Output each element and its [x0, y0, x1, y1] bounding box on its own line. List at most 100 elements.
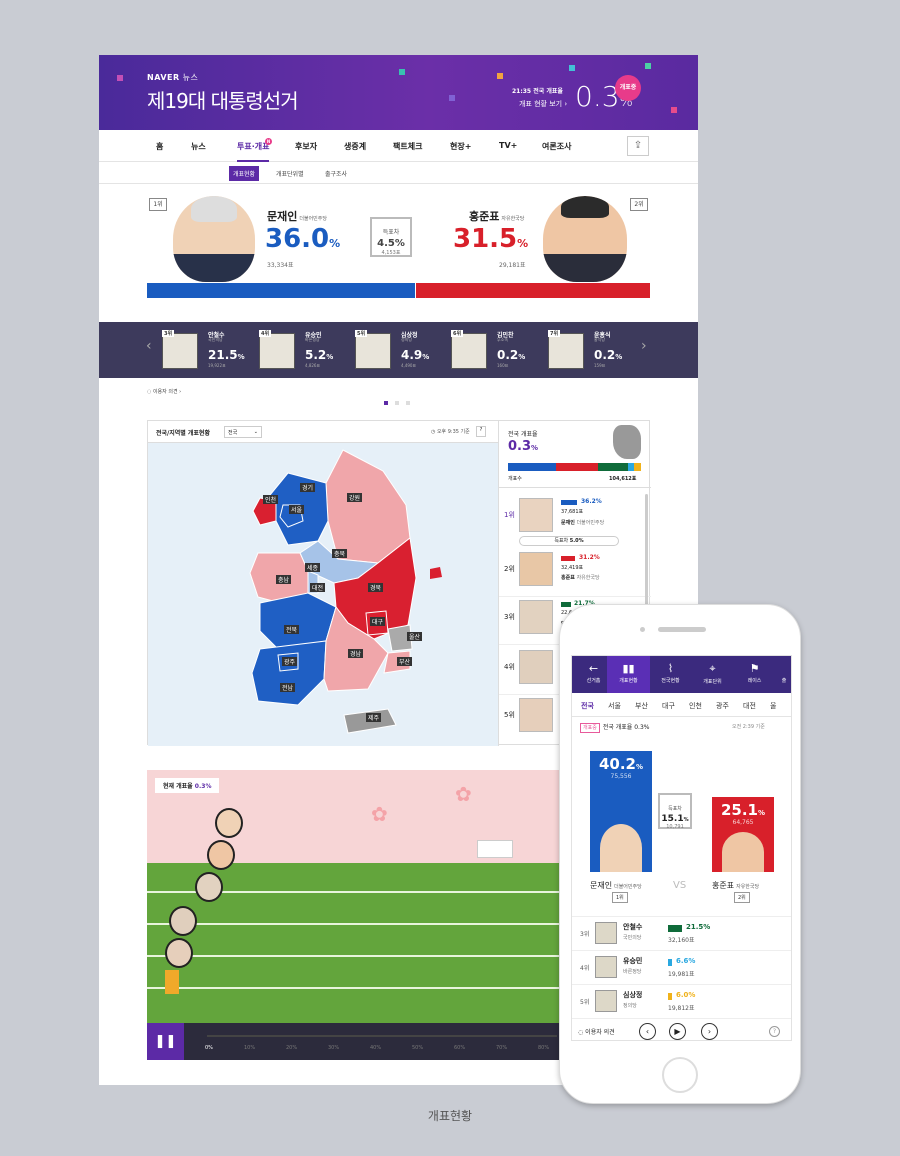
region-tab[interactable]: 광주 — [716, 701, 729, 711]
nav-candidates[interactable]: 후보자 — [295, 141, 317, 152]
race-progress-track[interactable] — [207, 1035, 557, 1037]
region-tab[interactable]: 울 — [770, 701, 776, 711]
count-label: 21:35 전국 개표율 — [512, 88, 563, 95]
new-badge: N — [265, 138, 272, 145]
moon-runner — [215, 808, 243, 838]
national-pct: 0.3% — [508, 439, 539, 454]
nav-live[interactable]: 생중계 — [344, 141, 366, 152]
nav-poll[interactable]: 여론조사 — [542, 141, 571, 152]
nav-tv[interactable]: TV+ — [499, 141, 517, 150]
share-bar — [508, 463, 641, 471]
candidate-photo — [595, 990, 617, 1012]
subnav-count-status[interactable]: 개표현황 — [229, 166, 260, 181]
votes-label: 개표수 — [508, 476, 522, 482]
tab-count-status[interactable]: ▮▮ 개표현황 — [607, 656, 650, 693]
mobile-phone: ← 선거홈 ▮▮ 개표현황 ⌇ 전국현황 ⌖ 개표단위 ⚑ 레이스 출 전국 서울 부산 … — [559, 604, 801, 1104]
moon-thumb — [519, 498, 553, 532]
hong-runner — [207, 840, 235, 870]
mobile-opinion-link[interactable]: ◌ 이용자 의견 — [578, 1027, 615, 1036]
candidate-photo — [595, 922, 617, 944]
nav-factcheck[interactable]: 팩트체크 — [393, 141, 422, 152]
nav-field[interactable]: 현장+ — [450, 141, 471, 152]
sub-nav: 개표현황 개표단위별 출구조사 — [99, 162, 698, 184]
vs-label: VS — [673, 880, 687, 891]
nav-news[interactable]: 뉴스 — [191, 141, 206, 152]
carousel-dot[interactable] — [406, 401, 410, 405]
tick-label: 10% — [244, 1045, 256, 1051]
tab-exit[interactable]: 출 — [775, 656, 791, 693]
main-nav: 홈 뉴스 투표·개표 N 후보자 생중계 팩트체크 현장+ TV+ 여론조사 ⇪ — [99, 130, 698, 162]
list-scrollbar[interactable] — [645, 494, 648, 614]
play-button[interactable]: ▶ — [669, 1023, 686, 1040]
subnav-count-unit[interactable]: 개표단위별 — [276, 169, 304, 178]
moon-vote-bar — [147, 283, 415, 298]
sim-runner — [165, 938, 193, 968]
region-label: 울산 — [407, 632, 423, 641]
candidate-card-6[interactable]: 6위 김민찬 무소속 0.2% 160표 — [451, 330, 541, 370]
moon-photo — [173, 196, 255, 282]
help-icon[interactable]: ? — [476, 426, 486, 437]
candidate-card-4[interactable]: 4위 유승민 바른정당 5.2% 4,826표 — [259, 330, 349, 370]
flower-icon: ✿ — [371, 802, 388, 826]
share-icon[interactable]: ⇪ — [627, 136, 649, 156]
carousel-dot[interactable] — [395, 401, 399, 405]
region-label: 경북 — [368, 583, 384, 592]
region-label: 대구 — [370, 617, 386, 626]
help-icon[interactable]: ? — [769, 1026, 780, 1037]
candidate-photo — [162, 333, 198, 369]
prev-button[interactable]: ‹ — [639, 1023, 656, 1040]
hong-mobile-photo — [722, 832, 764, 872]
view-count-link[interactable]: 개표 현황 보기 › — [519, 99, 567, 109]
tab-race[interactable]: ⚑ 레이스 — [733, 656, 776, 693]
rank-2-votes: 32,419표 — [561, 565, 584, 571]
region-tab[interactable]: 서울 — [608, 701, 621, 711]
tab-count-unit[interactable]: ⌖ 개표단위 — [691, 656, 734, 693]
rank-1-votes: 37,681표 — [561, 509, 584, 515]
moon-pct: 36.0% — [265, 224, 341, 254]
mobile-rank-row[interactable]: 4위 유승민 바른정당 6.6% 19,981표 — [572, 950, 791, 984]
region-label: 경남 — [348, 649, 364, 658]
carousel-dot[interactable] — [384, 401, 388, 405]
pause-button[interactable]: ❚❚ — [147, 1023, 184, 1060]
region-select[interactable]: 전국 ⌄ — [224, 426, 262, 438]
tick-label: 50% — [412, 1045, 424, 1051]
region-tab[interactable]: 대구 — [662, 701, 675, 711]
home-button[interactable] — [662, 1057, 698, 1093]
rank-4-label: 4위 — [504, 663, 515, 671]
region-tab[interactable]: 대전 — [743, 701, 756, 711]
region-tab[interactable]: 부산 — [635, 701, 648, 711]
subnav-exit-poll[interactable]: 출구조사 — [325, 169, 347, 178]
flower-icon: ✿ — [455, 782, 472, 806]
candidate-card-3[interactable]: 3위 안철수 국민의당 21.5% 19,922표 — [162, 330, 252, 370]
tick-label: 20% — [286, 1045, 298, 1051]
candidate-card-5[interactable]: 5위 심상정 정의당 4.9% 4,490표 — [355, 330, 445, 370]
ahn-thumb — [519, 600, 553, 634]
rank-2-label: 2위 — [504, 565, 515, 573]
region-tab[interactable]: 전국 — [581, 701, 594, 711]
hong-pct: 31.5% — [453, 224, 529, 254]
next-arrow-icon[interactable]: › — [641, 338, 647, 354]
hong-mobile-bar: 25.1% 64,765 — [712, 797, 774, 872]
prev-arrow-icon[interactable]: ‹ — [146, 338, 152, 354]
candidate-photo — [451, 333, 487, 369]
mobile-rank-row[interactable]: 5위 심상정 정의당 6.0% 19,812표 — [572, 984, 791, 1018]
naver-news-logo[interactable]: NAVER 뉴스 — [147, 72, 198, 83]
rank-2-name: 홍준표 자유한국당 — [561, 575, 600, 581]
location-pin-icon: ⌖ — [709, 662, 716, 675]
user-opinion-link[interactable]: ◌ 이용자 의견 › — [147, 388, 181, 395]
next-button[interactable]: › — [701, 1023, 718, 1040]
region-label: 대전 — [310, 583, 326, 592]
moon-mobile-bar: 40.2% 75,556 — [590, 751, 652, 872]
region-label: 인천 — [263, 495, 279, 504]
korea-map[interactable]: 강원 경기 인천 서울 충북 세종 충남 대전 전북 경북 대구 울산 전남 광… — [148, 443, 498, 746]
rank-2-pct: 31.2% — [579, 554, 600, 561]
tab-national[interactable]: ⌇ 전국현황 — [649, 656, 692, 693]
mobile-status: 개표중 전국 개표율 0.3% — [580, 722, 649, 733]
region-label: 광주 — [282, 657, 298, 666]
mobile-screen: ← 선거홈 ▮▮ 개표현황 ⌇ 전국현황 ⌖ 개표단위 ⚑ 레이스 출 전국 서울 부산 … — [571, 655, 792, 1041]
rank-3-label: 3위 — [504, 613, 515, 621]
region-tab[interactable]: 인천 — [689, 701, 702, 711]
nav-home[interactable]: 홈 — [156, 141, 163, 152]
mobile-rank-row[interactable]: 3위 안철수 국민의당 21.5% 32,160표 — [572, 916, 791, 950]
candidate-card-7[interactable]: 7위 윤홍식 홍익당 0.2% 159표 — [548, 330, 638, 370]
